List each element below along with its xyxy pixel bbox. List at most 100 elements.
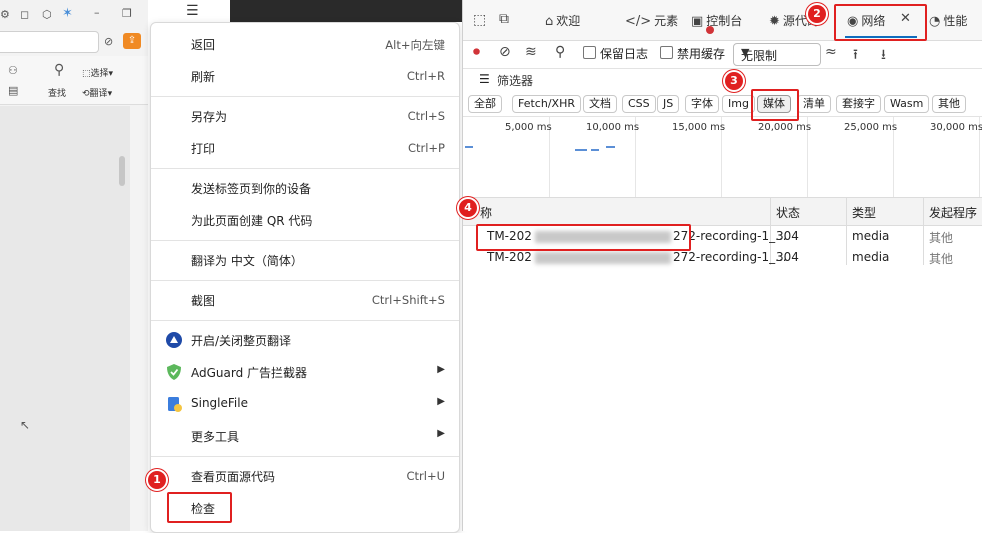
translate-tool[interactable]: ⟲翻译▾ xyxy=(82,86,112,99)
network-conditions-icon[interactable]: ≈ xyxy=(825,44,837,60)
filter-input-label[interactable]: 筛选器 xyxy=(497,72,533,89)
step-badge-1: 1 xyxy=(148,471,166,489)
menu-item-singlefile[interactable]: SingleFile ▶ xyxy=(151,389,459,419)
cube-icon[interactable]: ⬡ xyxy=(42,8,52,21)
filter-wasm[interactable]: Wasm xyxy=(884,95,930,113)
scrollbar-thumb[interactable] xyxy=(119,156,125,186)
request-name-prefix: TM-202 xyxy=(487,250,532,264)
menu-item-view-source[interactable]: 查看页面源代码 Ctrl+U xyxy=(151,461,459,491)
menu-item-save-as[interactable]: 另存为 Ctrl+S xyxy=(151,101,459,131)
timeline-tick-label: 10,000 ms xyxy=(586,122,640,133)
error-dot-icon xyxy=(706,26,714,34)
gear-icon[interactable]: ⚙ xyxy=(0,8,10,21)
menu-item-shortcut: Ctrl+R xyxy=(406,69,445,83)
tab-performance[interactable]: ◔ 性能 xyxy=(929,12,967,29)
tab-elements[interactable]: </> 元素 xyxy=(625,12,678,29)
filter-css[interactable]: CSS xyxy=(622,95,656,113)
devtools-panel: ⬚ ⧉ ⌂ 欢迎 </> 元素 ▣ 控制台 ✹ 源代码 ◉ 网络 ✕ ◔ 性能 ⏺ ⊘ ≋ … xyxy=(462,0,982,531)
collapse-panel-icon[interactable]: ☰ xyxy=(186,3,199,19)
tab-welcome[interactable]: ⌂ 欢迎 xyxy=(545,12,580,29)
star-app-icon[interactable]: ✶ xyxy=(62,6,73,21)
preserve-log-label: 保留日志 xyxy=(600,47,649,61)
menu-item-label: 开启/关闭整页翻译 xyxy=(191,334,292,348)
menu-item-adguard[interactable]: AdGuard 广告拦截器 ▶ xyxy=(151,357,459,387)
menu-item-screenshot[interactable]: 截图 Ctrl+Shift+S xyxy=(151,285,459,315)
dark-background-strip xyxy=(230,0,462,22)
device-emulation-icon[interactable]: ⧉ xyxy=(499,11,509,27)
menu-item-print[interactable]: 打印 Ctrl+P xyxy=(151,133,459,163)
gauge-icon: ◔ xyxy=(929,14,941,29)
chevron-down-icon: ▼ xyxy=(741,46,750,59)
disable-cache-label: 禁用缓存 xyxy=(677,47,726,61)
preserve-log-checkbox[interactable] xyxy=(583,46,596,59)
filter-all[interactable]: 全部 xyxy=(468,95,502,113)
menu-item-more-tools[interactable]: 更多工具 ▶ xyxy=(151,421,459,451)
search-icon[interactable]: ⚲ xyxy=(54,62,64,78)
filter-other[interactable]: 其他 xyxy=(932,95,966,113)
throttling-select[interactable]: 无限制 ▼ xyxy=(733,43,821,66)
search-icon[interactable]: ⚲ xyxy=(555,44,565,60)
user-icon[interactable]: ⚇ xyxy=(8,64,18,77)
menu-item-toggle-translate[interactable]: 开启/关闭整页翻译 xyxy=(151,325,459,355)
column-type[interactable]: 类型 xyxy=(852,204,876,221)
clipboard-icon[interactable]: ▤ xyxy=(8,84,18,97)
highlight-media-filter xyxy=(751,89,799,121)
download-icon[interactable]: ⭳ xyxy=(881,44,886,68)
network-timeline[interactable]: 5,000 ms 10,000 ms 15,000 ms 20,000 ms 2… xyxy=(463,117,982,198)
menu-item-qr-code[interactable]: 为此页面创建 QR 代码 xyxy=(151,205,459,235)
menu-item-label: 返回 xyxy=(191,38,216,52)
filter-fetch-xhr[interactable]: Fetch/XHR xyxy=(512,95,581,113)
menu-item-refresh[interactable]: 刷新 Ctrl+R xyxy=(151,61,459,91)
disable-cache-checkbox[interactable] xyxy=(660,46,673,59)
request-type: media xyxy=(852,229,890,243)
filter-font[interactable]: 字体 xyxy=(685,95,719,113)
filter-js[interactable]: JS xyxy=(657,95,680,113)
filter-settings-icon[interactable]: ≋ xyxy=(525,44,537,60)
find-label[interactable]: 查找 xyxy=(48,86,66,99)
column-initiator[interactable]: 发起程序 xyxy=(929,204,977,221)
inspect-element-icon[interactable]: ⬚ xyxy=(473,12,486,28)
step-badge-3: 3 xyxy=(725,72,743,90)
menu-item-label: 更多工具 xyxy=(191,430,240,444)
column-status[interactable]: 状态 xyxy=(776,204,800,221)
tab-welcome-label: 欢迎 xyxy=(556,14,581,28)
menu-item-label: AdGuard 广告拦截器 xyxy=(191,366,308,380)
upload-icon[interactable]: ⭱ xyxy=(853,44,858,68)
timeline-tick-label: 15,000 ms xyxy=(672,122,726,133)
home-icon: ⌂ xyxy=(545,14,554,29)
share-button[interactable]: ⇪ xyxy=(123,33,141,49)
filter-socket[interactable]: 套接字 xyxy=(836,95,881,113)
menu-item-back[interactable]: 返回 Alt+向左键 xyxy=(151,29,459,59)
clear-icon[interactable]: ⊘ xyxy=(499,44,511,60)
tab-console[interactable]: ▣ 控制台 xyxy=(691,12,742,29)
column-name[interactable]: 称 xyxy=(480,204,492,221)
menu-item-send-tab[interactable]: 发送标签页到你的设备 xyxy=(151,173,459,203)
menu-item-label: 打印 xyxy=(191,142,216,156)
context-menu: 返回 Alt+向左键 刷新 Ctrl+R 另存为 Ctrl+S 打印 Ctrl+… xyxy=(150,22,460,533)
step-badge-2: 2 xyxy=(808,5,826,23)
timeline-tick-label: 20,000 ms xyxy=(758,122,812,133)
eye-off-icon[interactable]: ⊘ xyxy=(104,35,113,48)
menu-item-shortcut: Ctrl+U xyxy=(406,469,445,483)
restore-icon[interactable]: ❐ xyxy=(122,7,132,20)
minimize-icon[interactable]: – xyxy=(94,6,100,19)
square-icon[interactable]: ◻ xyxy=(20,8,29,21)
record-icon[interactable]: ⏺ xyxy=(473,44,480,60)
highlight-inspect xyxy=(167,492,232,523)
bug-icon: ✹ xyxy=(769,14,780,29)
redacted-text xyxy=(535,252,671,264)
select-tool[interactable]: ⬚选择▾ xyxy=(82,66,113,79)
filter-manifest[interactable]: 清单 xyxy=(797,95,831,113)
translate-icon: ⟲ xyxy=(82,89,90,99)
select-label: 选择 xyxy=(90,69,109,79)
filter-img[interactable]: Img xyxy=(722,95,755,113)
request-type: media xyxy=(852,250,890,264)
tab-performance-label: 性能 xyxy=(943,14,968,28)
menu-item-translate-page[interactable]: 翻译为 中文（简体） xyxy=(151,245,459,275)
filter-doc[interactable]: 文档 xyxy=(583,95,617,113)
address-bar[interactable] xyxy=(0,31,99,53)
request-name-suffix: 272-recording-1_... xyxy=(673,250,787,264)
highlight-network-tab xyxy=(834,4,927,41)
step-badge-4: 4 xyxy=(459,199,477,217)
app-title-bar: ⚙ ◻ ⬡ ✶ – ❐ xyxy=(0,0,148,30)
